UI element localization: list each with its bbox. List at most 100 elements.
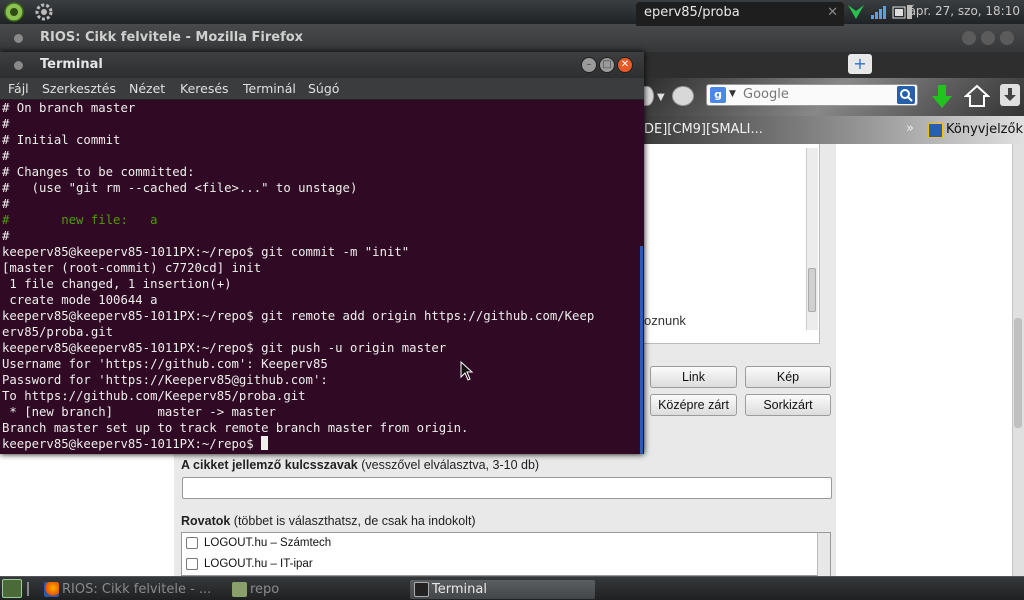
terminal-line: # Changes to be committed:: [2, 165, 195, 179]
terminal-line: #: [2, 117, 10, 131]
tab-github-proba[interactable]: eperv85/proba ✕: [636, 2, 844, 26]
taskbar-separator: [26, 581, 32, 596]
top-panel: ápr. 27, szo, 18:10: [0, 0, 1024, 24]
terminal-icon: [414, 582, 429, 597]
category-checkbox[interactable]: [186, 537, 198, 549]
firefox-titlebar[interactable]: RIOS: Cikk felvitele - Mozilla Firefox: [0, 24, 1024, 52]
menu-view[interactable]: Nézet: [129, 81, 165, 96]
terminal-line: [master (root-commit) c7720cd] init: [2, 261, 262, 275]
link-button[interactable]: Link: [650, 366, 737, 388]
keywords-label-hint: (vesszővel elválasztva, 3-10 db): [357, 458, 540, 472]
terminal-line: keeperv85@keeperv85-1011PX:~/repo$: [2, 436, 269, 452]
home-icon[interactable]: [963, 84, 991, 108]
page-scrollbar-thumb[interactable]: [1014, 318, 1022, 428]
window-menu-icon[interactable]: [14, 34, 23, 43]
textarea-scrollbar-thumb[interactable]: [808, 268, 816, 312]
update-manager-icon[interactable]: [846, 3, 866, 21]
terminal-line: Branch master set up to track remote bra…: [2, 421, 469, 435]
terminal-line: * [new branch] master -> master: [2, 405, 276, 419]
terminal-line: erv85/proba.git: [2, 325, 114, 339]
category-label: LOGOUT.hu – Számtech: [204, 537, 332, 549]
terminal-window-menu-icon[interactable]: [14, 61, 23, 70]
engine-dropdown-icon[interactable]: ▼: [729, 89, 736, 99]
bookmarks-menu[interactable]: Könyvjelzők: [928, 122, 1023, 138]
keywords-input[interactable]: [182, 477, 832, 499]
terminal-line: # Initial commit: [2, 133, 121, 147]
folder-icon: [232, 582, 247, 597]
task-repo-label: repo: [250, 582, 280, 597]
keywords-label-title: A cikket jellemző kulcsszavak: [181, 458, 358, 472]
minimize-button[interactable]: [962, 31, 976, 45]
show-desktop-icon[interactable]: [2, 579, 22, 598]
keywords-label: A cikket jellemző kulcsszavak (vesszővel…: [181, 458, 539, 472]
categories-list: LOGOUT.hu – Számtech LOGOUT.hu – IT-ipar: [181, 532, 831, 576]
menu-file[interactable]: Fájl: [8, 81, 29, 96]
category-item[interactable]: LOGOUT.hu – IT-ipar: [186, 554, 313, 574]
task-terminal[interactable]: Terminal: [410, 580, 595, 599]
downloads-icon[interactable]: [930, 84, 954, 110]
terminal-line: Username for 'https://github.com': Keepe…: [2, 357, 328, 371]
center-align-button[interactable]: Középre zárt: [650, 394, 737, 416]
terminal-title: Terminal: [40, 57, 103, 72]
menu-search[interactable]: Keresés: [180, 81, 229, 96]
terminal-window: Terminal – □ ✕ Fájl Szerkesztés Nézet Ke…: [0, 52, 644, 454]
terminal-menubar: Fájl Szerkesztés Nézet Keresés Terminál …: [0, 78, 644, 100]
terminal-line: keeperv85@keeperv85-1011PX:~/repo$ git c…: [2, 245, 410, 259]
terminal-titlebar[interactable]: Terminal – □ ✕: [0, 52, 644, 78]
terminal-line: #: [2, 229, 10, 243]
search-box[interactable]: g ▼ Google: [706, 84, 918, 106]
terminal-line: keeperv85@keeperv85-1011PX:~/repo$ git r…: [2, 309, 595, 323]
tab-close-icon[interactable]: ✕: [827, 5, 838, 20]
bookmarks-chevron[interactable]: »: [906, 121, 914, 136]
task-firefox[interactable]: RIOS: Cikk felvitele - ...: [40, 580, 220, 599]
task-terminal-label: Terminal: [432, 582, 487, 597]
categories-label-hint: (többet is választhatsz, de csak ha indo…: [230, 514, 476, 528]
categories-label-title: Rovatok: [181, 514, 231, 528]
new-tab-button[interactable]: +: [848, 54, 872, 74]
bookmark-item[interactable]: DE][CM9][SMALI...: [644, 122, 763, 137]
search-icon[interactable]: [897, 86, 915, 104]
menu-help[interactable]: Súgó: [308, 81, 339, 96]
image-button[interactable]: Kép: [745, 366, 831, 388]
mint-menu-icon[interactable]: [4, 2, 24, 22]
page-right-margin: [836, 144, 1014, 576]
task-repo[interactable]: repo: [228, 580, 378, 599]
category-item[interactable]: LOGOUT.hu – Számtech: [186, 533, 331, 553]
textarea-text: oznunk: [644, 313, 686, 328]
menu-terminal[interactable]: Terminál: [243, 81, 296, 96]
terminal-close-button[interactable]: ✕: [617, 57, 633, 73]
reload-icon[interactable]: [672, 86, 694, 106]
search-engine-icon[interactable]: g: [710, 87, 726, 103]
terminal-line: keeperv85@keeperv85-1011PX:~/repo$ git p…: [2, 341, 447, 355]
categories-label: Rovatok (többet is választhatsz, de csak…: [181, 514, 476, 528]
terminal-cursor: [261, 436, 269, 450]
clock[interactable]: ápr. 27, szo, 18:10: [909, 4, 1020, 18]
justify-button[interactable]: Sorkizárt: [745, 394, 831, 416]
category-label: LOGOUT.hu – IT-ipar: [204, 558, 313, 570]
terminal-scrollbar[interactable]: [640, 246, 643, 454]
download-arrow-icon[interactable]: [1000, 84, 1020, 106]
terminal-minimize-button[interactable]: –: [581, 57, 597, 73]
terminal-output[interactable]: # On branch master # # Initial commit # # Ch…: [0, 100, 644, 454]
category-checkbox[interactable]: [186, 558, 198, 570]
firefox-window-title: RIOS: Cikk felvitele - Mozilla Firefox: [40, 30, 304, 45]
taskbar: RIOS: Cikk felvitele - ... repo Terminal: [0, 576, 1024, 600]
terminal-line: #: [2, 149, 10, 163]
terminal-maximize-button[interactable]: □: [599, 57, 615, 73]
categories-scrollbar[interactable]: [817, 533, 830, 576]
menu-edit[interactable]: Szerkesztés: [42, 81, 116, 96]
task-firefox-label: RIOS: Cikk felvitele - ...: [62, 582, 212, 597]
close-button[interactable]: [1000, 31, 1014, 45]
network-signal-icon[interactable]: [870, 4, 888, 20]
settings-gear-icon[interactable]: [34, 2, 54, 22]
terminal-line: 1 file changed, 1 insertion(+): [2, 277, 232, 291]
terminal-line: # On branch master: [2, 101, 136, 115]
terminal-line: #: [2, 197, 10, 211]
terminal-line: Password for 'https://Keeperv85@github.c…: [2, 373, 328, 387]
maximize-button[interactable]: [981, 31, 995, 45]
terminal-line: # new file: a: [2, 213, 158, 227]
tab-label: eperv85/proba: [644, 5, 740, 20]
terminal-line: # (use "git rm --cached <file>..." to un…: [2, 181, 358, 195]
url-dropdown-icon[interactable]: ▼: [657, 92, 665, 103]
terminal-line: create mode 100644 a: [2, 293, 158, 307]
